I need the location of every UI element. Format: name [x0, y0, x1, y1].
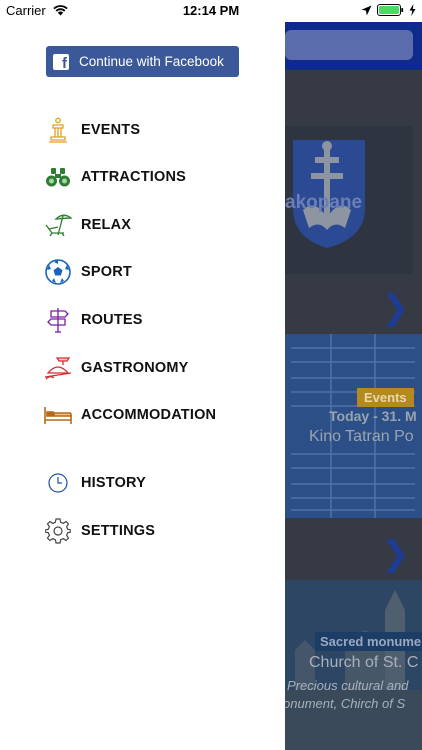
crest-caption: akopane — [285, 192, 363, 213]
charging-bolt-icon — [409, 4, 416, 16]
menu-item-relax[interactable]: RELAX — [0, 207, 285, 243]
menu-item-gastronomy[interactable]: GASTRONOMY — [0, 350, 285, 386]
menu-label-events: EVENTS — [81, 122, 141, 138]
church-description: onument, Chirch of S — [285, 696, 406, 711]
clock-icon — [44, 469, 72, 497]
events-badge: Events — [357, 388, 414, 407]
menu-label-accommodation: ACCOMMODATION — [81, 407, 217, 423]
menu-item-accommodation[interactable]: ACCOMMODATION — [0, 397, 285, 433]
menu-label-routes: ROUTES — [81, 312, 143, 328]
side-drawer: f Continue with Facebook EVENTS ATTRACTI… — [0, 22, 285, 750]
chevron-right-icon: ❯ — [381, 535, 410, 573]
facebook-icon: f — [53, 53, 69, 72]
church-title: Church of St. C — [309, 654, 419, 671]
pillar-icon — [44, 116, 72, 144]
bed-icon — [44, 401, 72, 429]
menu-item-sport[interactable]: SPORT — [0, 254, 285, 290]
menu-label-sport: SPORT — [81, 264, 132, 280]
menu-label-settings: SETTINGS — [81, 523, 156, 539]
church-description: Precious cultural and — [287, 678, 409, 693]
menu-item-routes[interactable]: ROUTES — [0, 302, 285, 338]
menu-item-attractions[interactable]: ATTRACTIONS — [0, 159, 285, 195]
status-bar: Carrier 12:14 PM — [0, 0, 422, 22]
background-app: akopane ❯ Events Today - 31. M Kino Tatr… — [285, 22, 422, 750]
binoculars-icon — [44, 163, 72, 191]
menu-label-history: HISTORY — [81, 475, 147, 491]
food-tray-icon — [44, 354, 72, 382]
beach-chair-icon — [44, 211, 72, 239]
background-search-box — [285, 30, 413, 60]
menu-item-events[interactable]: EVENTS — [0, 112, 285, 148]
continue-with-facebook-button[interactable]: f Continue with Facebook — [46, 46, 239, 77]
clock-time: 12:14 PM — [182, 3, 240, 18]
menu-item-settings[interactable]: SETTINGS — [0, 513, 285, 549]
menu-label-attractions: ATTRACTIONS — [81, 169, 187, 185]
menu-item-history[interactable]: HISTORY — [0, 465, 285, 501]
event-date: Today - 31. M — [329, 408, 417, 424]
menu-label-gastronomy: GASTRONOMY — [81, 360, 189, 376]
signpost-icon — [44, 306, 72, 334]
facebook-button-label: Continue with Facebook — [79, 54, 224, 69]
church-category-badge: Sacred monume — [315, 632, 422, 651]
location-arrow-icon — [361, 5, 372, 15]
gear-icon — [44, 517, 72, 545]
event-title: Kino Tatran Po — [309, 428, 414, 445]
menu-label-relax: RELAX — [81, 217, 132, 233]
battery-icon — [377, 4, 404, 16]
soccer-ball-icon — [44, 258, 72, 286]
chevron-right-icon: ❯ — [381, 289, 410, 327]
